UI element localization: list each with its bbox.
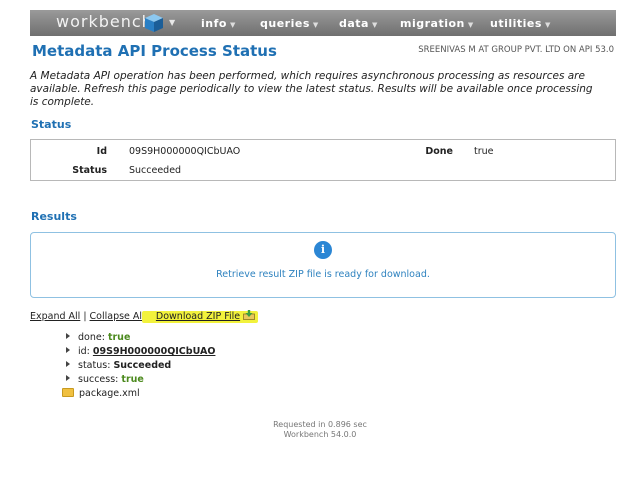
info-icon: i [314, 241, 332, 259]
collapse-all-link[interactable]: Collapse All [90, 311, 145, 322]
brand-logo-text[interactable]: workbench [56, 12, 153, 31]
info-message: A Metadata API operation has been perfor… [30, 70, 593, 108]
status-label: Status [72, 165, 107, 176]
results-box: i Retrieve result ZIP file is ready for … [30, 232, 616, 298]
status-table: Id 09S9H000000QICbUAO Done true Status S… [30, 139, 616, 181]
cube-logo-icon[interactable] [144, 13, 164, 33]
result-links: Expand All|Collapse All|Download ZIP Fil… [30, 310, 259, 323]
download-icon[interactable] [243, 310, 256, 320]
bullet-arrow-icon [66, 333, 70, 339]
nav-migration[interactable]: migration ▼ [400, 17, 474, 30]
chevron-down-icon: ▼ [312, 21, 319, 29]
id-value: 09S9H000000QICbUAO [129, 146, 241, 157]
results-heading: Results [31, 210, 77, 223]
chevron-down-icon: ▼ [371, 21, 378, 29]
nav-data[interactable]: data ▼ [339, 17, 378, 30]
link-separator: | [83, 311, 87, 322]
status-value: Succeeded [129, 165, 182, 176]
done-label: Done [425, 146, 453, 157]
navbar: workbench ▼ info ▼ queries ▼ data ▼ migrati… [30, 10, 616, 36]
tree-item-id[interactable]: id: 09S9H000000QICbUAO [66, 346, 215, 357]
expand-all-link[interactable]: Expand All [30, 311, 80, 322]
tree-item-done[interactable]: done: true [66, 332, 130, 343]
done-value: true [474, 146, 494, 157]
results-message: Retrieve result ZIP file is ready for do… [216, 269, 430, 280]
chevron-down-icon: ▼ [467, 21, 474, 29]
bullet-arrow-icon [66, 347, 70, 353]
bullet-arrow-icon [66, 375, 70, 381]
page-title: Metadata API Process Status [32, 42, 277, 60]
download-highlight: Download ZIP File [141, 310, 259, 323]
chevron-down-icon: ▼ [229, 21, 236, 29]
nav-utilities[interactable]: utilities ▼ [490, 17, 551, 30]
footer-timing: Requested in 0.896 sec [273, 420, 367, 429]
nav-info[interactable]: info ▼ [201, 17, 236, 30]
tree-item-status[interactable]: status: Succeeded [66, 360, 171, 371]
chevron-down-icon: ▼ [544, 21, 551, 29]
user-info: SREENIVAS M AT GROUP PVT. LTD ON API 53.… [418, 45, 614, 55]
footer-version: Workbench 54.0.0 [283, 430, 357, 439]
status-heading: Status [31, 118, 72, 131]
tree-item-package-xml[interactable]: package.xml [62, 388, 140, 399]
bullet-arrow-icon [66, 361, 70, 367]
tree-item-success[interactable]: success: true [66, 374, 144, 385]
id-label: Id [96, 146, 107, 157]
folder-icon [62, 388, 74, 397]
brand-chevron-down-icon[interactable]: ▼ [169, 18, 175, 27]
download-zip-link[interactable]: Download ZIP File [156, 311, 240, 322]
nav-queries[interactable]: queries ▼ [260, 17, 319, 30]
